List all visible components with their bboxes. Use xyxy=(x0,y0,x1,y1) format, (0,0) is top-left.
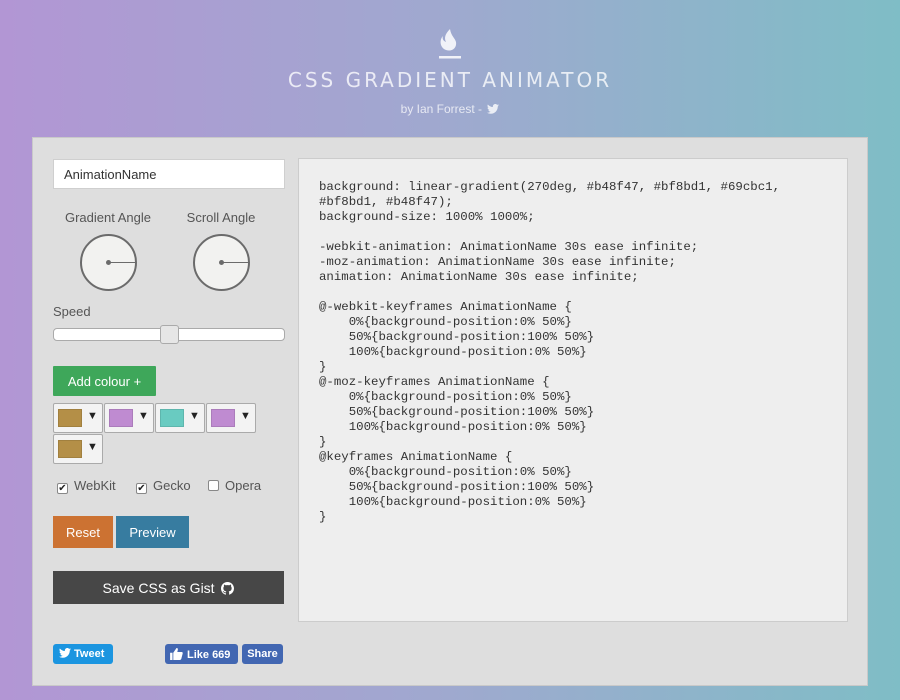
colour-picker[interactable]: ▼ xyxy=(104,403,154,433)
gradient-angle-dial[interactable] xyxy=(80,234,137,291)
prefix-label: Gecko xyxy=(153,478,191,493)
colour-swatch xyxy=(109,409,133,427)
colour-picker[interactable]: ▼ xyxy=(155,403,205,433)
dial-center xyxy=(219,259,224,265)
prefix-option[interactable]: Opera xyxy=(208,478,261,493)
css-output-code: background: linear-gradient(270deg, #b48… xyxy=(319,180,781,524)
page-header: CSS GRADIENT ANIMATOR by Ian Forrest - xyxy=(0,0,900,138)
add-colour-button[interactable]: Add colour + xyxy=(53,366,156,396)
colour-swatch xyxy=(58,440,82,458)
triangle-down-icon: ▼ xyxy=(189,410,200,422)
scroll-angle-label: Scroll Angle xyxy=(186,210,256,225)
thumbs-up-icon xyxy=(170,647,183,660)
dial-center xyxy=(106,259,111,265)
prefix-option[interactable]: ✔ WebKit xyxy=(57,478,116,494)
page-title: CSS GRADIENT ANIMATOR xyxy=(287,68,613,92)
colour-picker[interactable]: ▼ xyxy=(53,434,103,464)
preview-button[interactable]: Preview xyxy=(116,516,189,548)
tweet-button[interactable]: Tweet xyxy=(53,644,113,664)
colour-picker[interactable]: ▼ xyxy=(206,403,256,433)
checkbox[interactable]: ✔ xyxy=(136,483,147,494)
checkbox[interactable]: ✔ xyxy=(57,483,68,494)
dial-needle xyxy=(221,261,248,263)
colour-swatch xyxy=(160,409,184,427)
reset-button[interactable]: Reset xyxy=(53,516,113,548)
gradient-angle-label: Gradient Angle xyxy=(64,210,151,225)
triangle-down-icon: ▼ xyxy=(138,410,149,422)
editor-panel: Gradient Angle Scroll Angle Speed Add co… xyxy=(32,137,868,686)
prefix-label: WebKit xyxy=(74,478,116,493)
triangle-down-icon: ▼ xyxy=(87,410,98,422)
save-gist-button[interactable]: Save CSS as Gist xyxy=(53,571,284,604)
tweet-label: Tweet xyxy=(74,648,105,660)
dial-needle xyxy=(108,261,135,263)
twitter-bird-icon xyxy=(59,648,71,658)
facebook-like-label: Like 669 xyxy=(187,648,231,661)
github-icon xyxy=(221,581,235,595)
triangle-down-icon: ▼ xyxy=(87,441,98,453)
byline: by Ian Forrest - xyxy=(0,102,900,116)
save-gist-label: Save CSS as Gist xyxy=(102,579,215,596)
animation-name-input[interactable] xyxy=(53,159,285,189)
facebook-share-button[interactable]: Share xyxy=(242,644,283,664)
flame-icon xyxy=(439,29,461,59)
scroll-angle-dial[interactable] xyxy=(193,234,250,291)
css-output-panel[interactable]: background: linear-gradient(270deg, #b48… xyxy=(298,158,848,622)
speed-label: Speed xyxy=(53,304,91,319)
prefix-label: Opera xyxy=(225,478,262,493)
checkbox[interactable] xyxy=(208,480,219,491)
colour-swatch xyxy=(58,409,82,427)
byline-text: by Ian Forrest - xyxy=(400,102,482,116)
colour-picker[interactable]: ▼ xyxy=(53,403,103,433)
triangle-down-icon: ▼ xyxy=(240,410,251,422)
twitter-bird-icon[interactable] xyxy=(487,103,500,115)
prefix-option[interactable]: ✔ Gecko xyxy=(136,478,191,494)
speed-slider-handle[interactable] xyxy=(159,325,179,344)
colour-swatch xyxy=(211,409,235,427)
facebook-like-button[interactable]: Like 669 xyxy=(165,644,238,664)
